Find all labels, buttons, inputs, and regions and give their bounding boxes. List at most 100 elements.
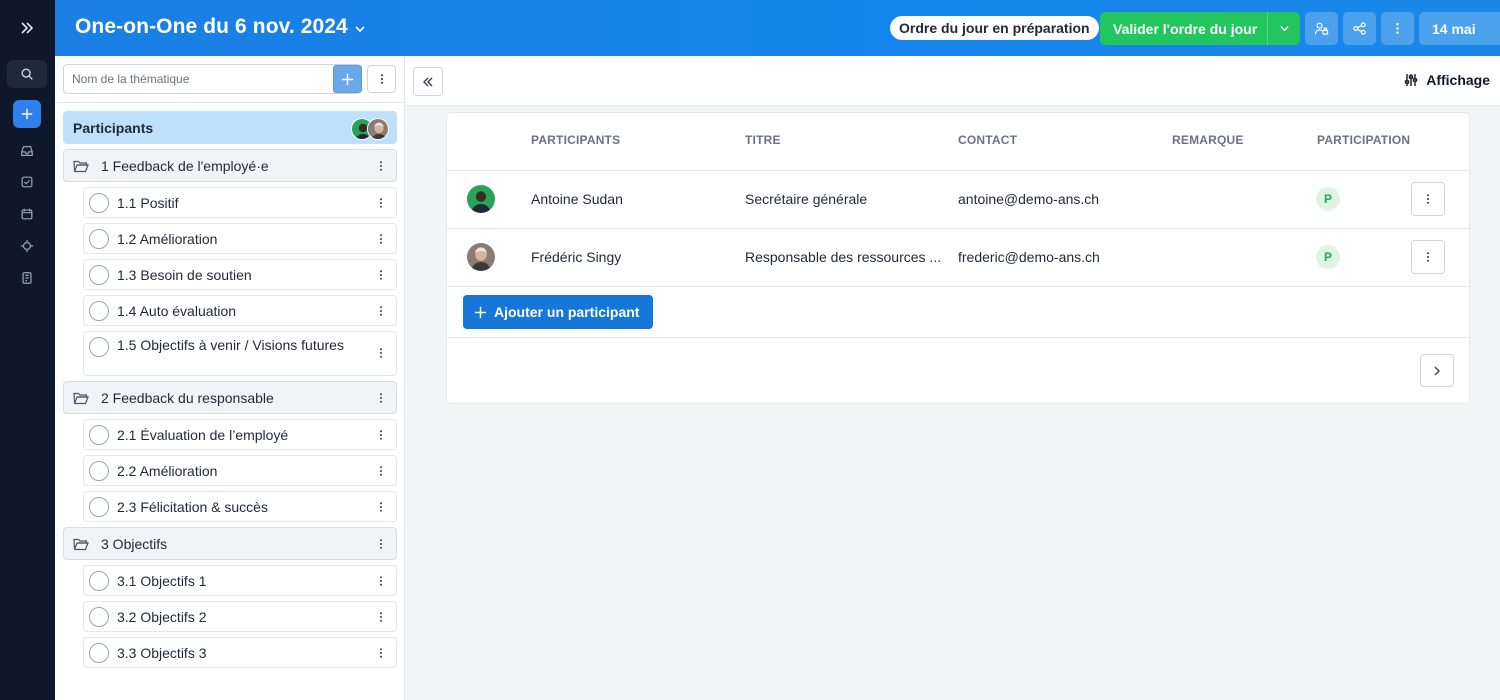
status-circle[interactable]	[89, 192, 109, 213]
share-icon[interactable]	[1343, 12, 1376, 45]
participant-name: Frédéric Singy	[531, 249, 622, 265]
search-icon[interactable]	[7, 60, 47, 88]
main-panel: Affichage PARTICIPANTS TITRE CONTACT REM…	[405, 56, 1500, 700]
folder-open-icon	[73, 537, 89, 551]
sidebar-more-button[interactable]	[367, 65, 396, 93]
top-header: One-on-One du 6 nov. 2024 Ordre du jour …	[55, 0, 1500, 56]
more-vertical-icon[interactable]	[374, 537, 388, 551]
status-circle[interactable]	[89, 570, 109, 591]
participants-label: Participants	[73, 119, 154, 136]
more-vertical-icon[interactable]	[374, 428, 388, 442]
chevron-right-icon	[1434, 366, 1440, 375]
row-menu-button[interactable]	[1411, 240, 1445, 274]
agenda-item[interactable]: 3.1 Objectifs 1	[83, 565, 397, 596]
status-badge: Ordre du jour en préparation	[890, 16, 1099, 40]
status-circle[interactable]	[89, 460, 109, 481]
agenda-group-label: 2 Feedback du responsable	[101, 389, 274, 406]
next-page-button[interactable]	[1420, 354, 1454, 387]
agenda-group[interactable]: 2 Feedback du responsable	[63, 381, 397, 414]
agenda-item[interactable]: 2.1 Évaluation de l’employé	[83, 419, 397, 450]
status-circle[interactable]	[89, 642, 109, 663]
participant-avatars	[351, 118, 389, 140]
agenda-item-label: 3.3 Objectifs 3	[117, 644, 207, 661]
agenda-group[interactable]: 1 Feedback de l'employé·e	[63, 149, 397, 182]
more-vertical-icon[interactable]	[374, 268, 388, 282]
agenda-item-label: 1.1 Positif	[117, 194, 179, 211]
agenda-item[interactable]: 1.3 Besoin de soutien	[83, 259, 397, 290]
date-button[interactable]: 14 mai	[1419, 12, 1500, 45]
status-circle[interactable]	[89, 424, 109, 445]
status-circle[interactable]	[89, 337, 109, 357]
collapse-sidebar-button[interactable]	[413, 67, 443, 96]
more-vertical-icon[interactable]	[374, 464, 388, 478]
status-circle[interactable]	[89, 496, 109, 517]
status-circle[interactable]	[89, 264, 109, 285]
more-vertical-icon[interactable]	[374, 500, 388, 514]
agenda-item[interactable]: 1.2 Amélioration	[83, 223, 397, 254]
theme-search-input[interactable]	[64, 72, 332, 86]
participants-table: PARTICIPANTS TITRE CONTACT REMARQUE PART…	[446, 112, 1470, 404]
participant-contact[interactable]: antoine@demo-ans.ch	[958, 191, 1099, 207]
calendar-icon[interactable]	[13, 200, 41, 228]
user-lock-icon[interactable]	[1305, 12, 1338, 45]
more-vertical-icon[interactable]	[374, 346, 388, 360]
more-vertical-icon[interactable]	[374, 232, 388, 246]
document-icon[interactable]	[13, 264, 41, 292]
more-vertical-icon[interactable]	[1381, 12, 1414, 45]
participation-badge[interactable]: P	[1316, 187, 1340, 211]
agenda-item[interactable]: 2.2 Amélioration	[83, 455, 397, 486]
row-menu-button[interactable]	[1411, 182, 1445, 216]
more-vertical-icon[interactable]	[374, 391, 388, 405]
participant-title: Responsable des ressources ...	[745, 249, 942, 265]
sidebar-divider	[55, 102, 404, 103]
agenda-item-label: 3.2 Objectifs 2	[117, 608, 207, 625]
validate-agenda-button[interactable]: Valider l'ordre du jour	[1100, 12, 1300, 45]
more-vertical-icon[interactable]	[374, 610, 388, 624]
more-vertical-icon[interactable]	[374, 574, 388, 588]
folder-open-icon	[73, 391, 89, 405]
agenda-group[interactable]: 3 Objectifs	[63, 527, 397, 560]
app-rail	[0, 0, 55, 700]
participants-item[interactable]: Participants	[63, 111, 397, 144]
expand-rail-icon[interactable]	[13, 14, 41, 42]
avatar	[467, 243, 495, 271]
add-theme-button[interactable]	[333, 65, 362, 93]
plus-icon	[341, 73, 354, 85]
more-vertical-icon[interactable]	[374, 646, 388, 660]
agenda-item[interactable]: 1.1 Positif	[83, 187, 397, 218]
participation-badge[interactable]: P	[1316, 245, 1340, 269]
more-vertical-icon[interactable]	[374, 159, 388, 173]
status-circle[interactable]	[89, 228, 109, 249]
agenda-item[interactable]: 1.4 Auto évaluation	[83, 295, 397, 326]
meeting-title[interactable]: One-on-One du 6 nov. 2024	[75, 15, 366, 39]
agenda-item[interactable]: 3.2 Objectifs 2	[83, 601, 397, 632]
table-divider	[447, 286, 1469, 287]
participant-title: Secrétaire générale	[745, 191, 868, 207]
agenda-item[interactable]: 3.3 Objectifs 3	[83, 637, 397, 668]
avatar	[467, 185, 495, 213]
tasks-icon[interactable]	[13, 168, 41, 196]
sliders-icon	[1405, 74, 1418, 86]
status-circle[interactable]	[89, 300, 109, 321]
agenda-item-label: 1.5 Objectifs à venir / Visions futures	[117, 337, 344, 353]
participant-name: Antoine Sudan	[531, 191, 623, 207]
more-vertical-icon[interactable]	[374, 196, 388, 210]
status-circle[interactable]	[89, 606, 109, 627]
chevron-down-icon[interactable]	[1267, 12, 1300, 45]
more-vertical-icon	[380, 74, 383, 84]
add-participant-button[interactable]: Ajouter un participant	[463, 295, 653, 329]
more-vertical-icon	[1427, 252, 1429, 262]
display-options-button[interactable]: Affichage	[1404, 72, 1490, 88]
participant-contact[interactable]: frederic@demo-ans.ch	[958, 249, 1100, 265]
meeting-title-text: One-on-One du 6 nov. 2024	[75, 15, 348, 38]
agenda-item-label: 2.2 Amélioration	[117, 462, 218, 479]
agenda-item-label: 2.1 Évaluation de l’employé	[117, 426, 289, 443]
column-header: PARTICIPANTS	[531, 133, 621, 147]
agenda-item[interactable]: 1.5 Objectifs à venir / Visions futures	[83, 331, 397, 376]
chevrons-left-icon	[423, 77, 433, 86]
hub-icon[interactable]	[13, 232, 41, 260]
add-icon[interactable]	[13, 100, 41, 128]
more-vertical-icon[interactable]	[374, 304, 388, 318]
agenda-item[interactable]: 2.3 Félicitation & succès	[83, 491, 397, 522]
inbox-icon[interactable]	[13, 137, 41, 165]
